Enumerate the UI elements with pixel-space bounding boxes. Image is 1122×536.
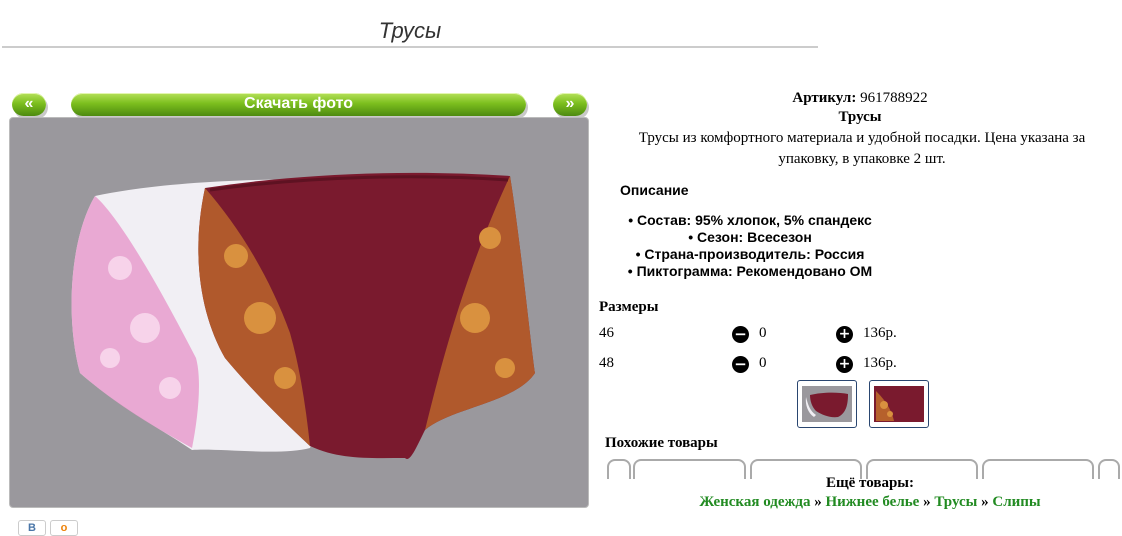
- ok-share-icon[interactable]: о: [50, 520, 78, 536]
- size-row: 46 − 0 + 136р.: [599, 325, 919, 345]
- page-title: Трусы: [378, 18, 442, 43]
- category-link[interactable]: Слипы: [992, 494, 1040, 510]
- breadcrumb-separator: »: [923, 494, 931, 510]
- category-link[interactable]: Трусы: [934, 494, 977, 510]
- similar-heading: Похожие товары: [605, 435, 718, 451]
- price-value: 136р.: [863, 355, 897, 371]
- thumbnail-image: [802, 386, 852, 422]
- quantity-value: 0: [759, 325, 767, 341]
- more-products-heading: Ещё товары:: [825, 475, 915, 491]
- property-item: Сезон: Всесезон: [600, 229, 900, 246]
- size-value: 48: [599, 355, 614, 371]
- article-value: 961788922: [860, 90, 928, 106]
- breadcrumb-separator: »: [814, 494, 822, 510]
- category-breadcrumb: Женская одежда » Нижнее белье » Трусы » …: [600, 494, 1122, 511]
- title-divider: [2, 46, 818, 48]
- property-item: Пиктограмма: Рекомендовано ОМ: [600, 263, 900, 280]
- product-description: Трусы из комфортного материала и удобной…: [638, 130, 1086, 167]
- article-label: Артикул:: [792, 90, 857, 106]
- product-photo: [9, 117, 589, 508]
- thumbnail-image: [874, 386, 924, 422]
- product-name: Трусы: [838, 109, 882, 125]
- property-item: Страна-производитель: Россия: [600, 246, 900, 263]
- minus-circle-icon[interactable]: −: [732, 356, 749, 373]
- category-link[interactable]: Нижнее белье: [825, 494, 919, 510]
- thumbnail-1[interactable]: [797, 380, 857, 428]
- vk-share-icon[interactable]: В: [18, 520, 46, 536]
- minus-circle-icon[interactable]: −: [732, 326, 749, 343]
- breadcrumb-separator: »: [981, 494, 989, 510]
- size-row: 48 − 0 + 136р.: [599, 355, 919, 375]
- property-item: Состав: 95% хлопок, 5% спандекс: [600, 212, 900, 229]
- download-photo-button[interactable]: Скачать фото: [71, 93, 526, 116]
- prev-photo-button[interactable]: «: [12, 93, 46, 116]
- plus-circle-icon[interactable]: +: [836, 356, 853, 373]
- category-link[interactable]: Женская одежда: [699, 494, 810, 510]
- article-line: Артикул: 961788922: [600, 90, 1120, 107]
- thumbnail-2[interactable]: [869, 380, 929, 428]
- next-photo-button[interactable]: »: [553, 93, 587, 116]
- quantity-value: 0: [759, 355, 767, 371]
- price-value: 136р.: [863, 325, 897, 341]
- properties-list: Состав: 95% хлопок, 5% спандекс Сезон: В…: [600, 212, 900, 280]
- product-photo-image: [71, 172, 535, 459]
- plus-circle-icon[interactable]: +: [836, 326, 853, 343]
- size-value: 46: [599, 325, 614, 341]
- description-heading: Описание: [620, 182, 689, 198]
- sizes-heading: Размеры: [599, 299, 659, 315]
